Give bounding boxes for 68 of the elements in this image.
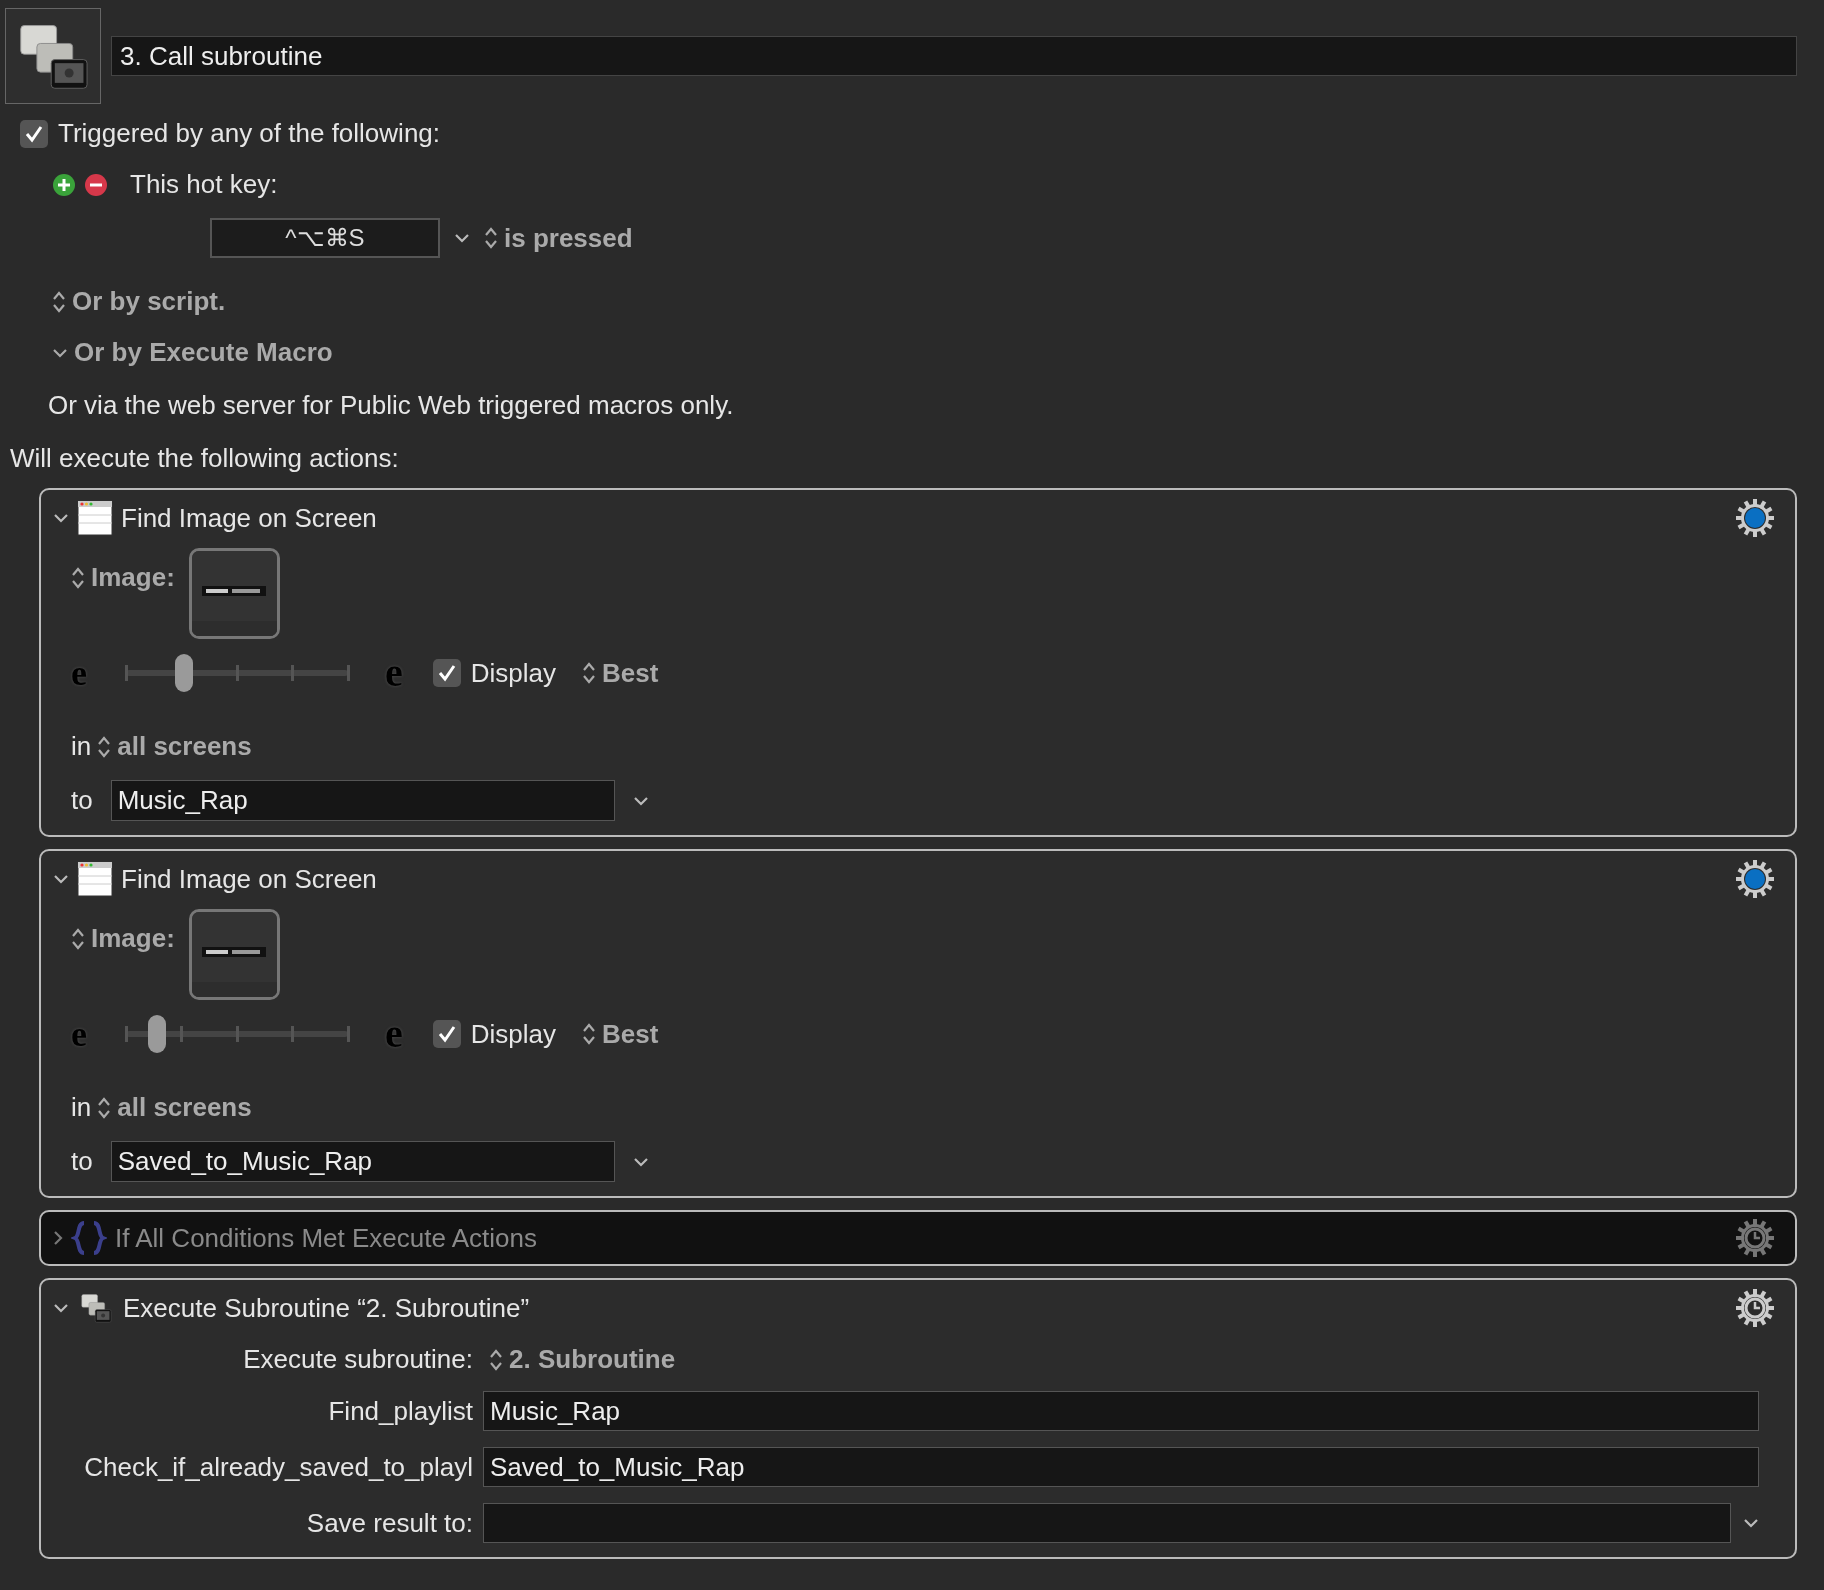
screens-popup[interactable]: all screens <box>97 1092 252 1123</box>
parameter-field[interactable]: Saved_to_Music_Rap <box>483 1447 1759 1487</box>
trigger-label: Triggered by any of the following: <box>58 118 441 149</box>
trigger-popup[interactable]: Or by script. <box>52 286 1797 317</box>
stepper-icon <box>52 289 66 314</box>
in-label: in <box>71 731 92 762</box>
stepper-icon <box>97 734 112 759</box>
to-label: to <box>71 1146 93 1177</box>
save-result-field[interactable] <box>483 1503 1731 1543</box>
stepper-icon <box>71 565 85 590</box>
macro-name-field[interactable]: 3. Call subroutine <box>111 36 1797 76</box>
hot-key-label: This hot key: <box>130 169 278 200</box>
action-title: Execute Subroutine “2. Subroutine” <box>123 1292 531 1324</box>
checkmark-icon <box>436 1024 457 1044</box>
image-popup[interactable]: Image: <box>71 562 175 593</box>
chevron-down-icon[interactable] <box>53 513 69 523</box>
chevron-down-icon[interactable] <box>52 347 68 358</box>
mode-popup[interactable]: Best <box>582 657 659 689</box>
trigger-disclosure[interactable]: Or by Execute Macro <box>52 337 1797 368</box>
action-title: Find Image on Screen <box>121 863 378 895</box>
mode-popup[interactable]: Best <box>582 1018 659 1050</box>
stepper-icon <box>582 1022 596 1046</box>
window-icon <box>77 861 113 897</box>
stepper-icon <box>489 1347 503 1372</box>
chevron-down-icon[interactable] <box>632 795 649 806</box>
condition-popup[interactable]: is pressed <box>484 222 633 254</box>
stepper-icon <box>97 1095 112 1120</box>
image-popup[interactable]: Image: <box>71 923 175 954</box>
subroutine-popup[interactable]: 2. Subroutine <box>489 1344 676 1375</box>
checkbox[interactable] <box>432 659 461 687</box>
in-label: in <box>71 1092 92 1123</box>
gear-clock-icon[interactable] <box>1735 1288 1775 1328</box>
gear-icon[interactable] <box>1735 859 1775 899</box>
stepper-icon <box>582 661 596 685</box>
display-label: Display <box>470 657 556 689</box>
parameter-label: Check_if_already_saved_to_playl <box>83 1451 473 1483</box>
action-title: Find Image on Screen <box>121 502 378 534</box>
chevron-down-icon[interactable] <box>454 233 470 243</box>
subroutine-label: Execute subroutine: <box>242 1344 473 1375</box>
parameter-field[interactable]: Music_Rap <box>483 1391 1759 1431</box>
parameter-label: Find_playlist <box>327 1395 473 1427</box>
display-label: Display <box>470 1018 556 1050</box>
macro-icon-well[interactable] <box>5 8 101 104</box>
chevron-right-icon[interactable] <box>53 1230 63 1246</box>
checkmark-icon <box>436 663 457 683</box>
chevron-down-icon[interactable] <box>632 1156 649 1167</box>
chevron-down-icon[interactable] <box>1743 1518 1759 1528</box>
stepper-icon <box>71 926 85 951</box>
save-result-label: Save result to: <box>305 1507 473 1539</box>
to-label: to <box>71 785 93 816</box>
checkbox[interactable] <box>432 1020 461 1048</box>
web-server-note: Or via the web server for Public Web triggered macros only. <box>48 390 735 421</box>
hot-key-field[interactable]: ^⌥⌘S <box>210 218 440 258</box>
gear-icon[interactable] <box>1735 498 1775 538</box>
chevron-down-icon[interactable] <box>53 1303 69 1313</box>
checkbox[interactable] <box>20 119 48 148</box>
stepper-icon <box>484 226 498 250</box>
window-icon <box>77 500 113 536</box>
chevron-down-icon[interactable] <box>53 874 69 884</box>
remove-icon[interactable] <box>84 172 108 197</box>
variable-field[interactable]: Music_Rap <box>110 780 615 821</box>
screens-popup[interactable]: all screens <box>97 731 252 762</box>
variable-field[interactable]: Saved_to_Music_Rap <box>110 1141 615 1182</box>
actions-heading: Will execute the following actions: <box>10 443 400 474</box>
braces-icon <box>71 1220 107 1256</box>
action-title: If All Conditions Met Execute Actions <box>115 1222 538 1254</box>
gear-clock-icon[interactable] <box>1735 1218 1775 1258</box>
add-icon[interactable] <box>52 172 76 197</box>
